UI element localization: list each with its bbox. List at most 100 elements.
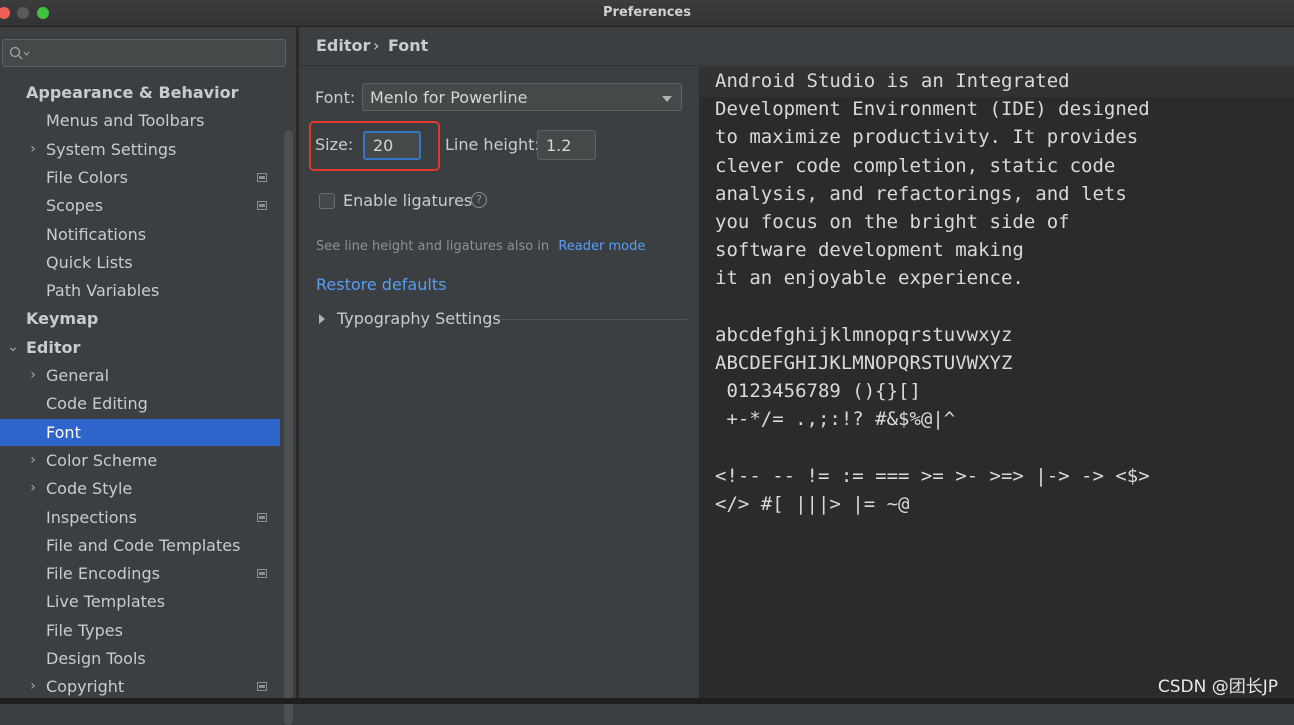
preview-line: ABCDEFGHIJKLMNOPQRSTUVWXYZ <box>715 352 1013 374</box>
preview-line: clever code completion, static code <box>715 154 1116 177</box>
project-level-icon <box>257 201 267 211</box>
preview-line: <!-- -- != := === >= >- >=> |-> -> <$> <box>715 464 1150 487</box>
sidebar-item-path-variables[interactable]: Path Variables <box>0 277 280 304</box>
sidebar-item-label: Editor <box>26 337 81 357</box>
font-settings-panel: Editor › Font Font: Menlo for Powerline … <box>299 27 1294 698</box>
sidebar-item-code-style[interactable]: › Code Style <box>0 475 280 502</box>
enable-ligatures-label[interactable]: Enable ligatures <box>343 191 472 210</box>
sidebar-item-label: Live Templates <box>46 592 166 612</box>
chevron-right-icon[interactable]: › <box>26 673 40 700</box>
project-level-icon <box>257 512 267 522</box>
sidebar-item-file-encodings[interactable]: File Encodings <box>0 560 280 587</box>
window-title: Preferences <box>603 5 691 20</box>
sidebar-item-menus-and-toolbars[interactable]: Menus and Toolbars <box>0 107 280 134</box>
sidebar-item-color-scheme[interactable]: › Color Scheme <box>0 447 280 474</box>
search-icon <box>9 46 30 60</box>
sidebar-item-system-settings[interactable]: › System Settings <box>0 136 280 163</box>
sidebar-item-live-templates[interactable]: Live Templates <box>0 588 280 615</box>
sidebar-item-file-and-code-templates[interactable]: File and Code Templates <box>0 532 280 559</box>
project-level-icon <box>257 569 267 579</box>
sidebar-item-label: Quick Lists <box>46 252 133 272</box>
watermark: CSDN @团长JP <box>1157 677 1278 697</box>
title-bar: Preferences <box>0 0 1294 27</box>
preview-line: abcdefghijklmnopqrstuvwxyz <box>715 323 1013 346</box>
sidebar-item-label: System Settings <box>46 139 177 159</box>
size-label: Size: <box>315 135 354 154</box>
sidebar-item-label: Design Tools <box>46 649 146 668</box>
line-height-input[interactable]: 1.2 <box>537 130 596 160</box>
sidebar-item-notifications[interactable]: Notifications <box>0 221 280 248</box>
sidebar-item-label: Keymap <box>26 309 99 329</box>
preview-line: it an enjoyable experience. <box>715 267 1024 290</box>
sidebar-item-font[interactable]: Font <box>0 418 280 446</box>
project-level-icon <box>257 172 267 182</box>
hint-text: See line height and ligatures also in <box>316 239 550 254</box>
sidebar-item-label: File Encodings <box>46 564 160 584</box>
size-input[interactable]: 20 <box>363 131 421 160</box>
sidebar-item-general[interactable]: › General <box>0 362 280 389</box>
breadcrumb-current: Font <box>388 36 429 55</box>
sidebar-item-label: Appearance & Behavior <box>26 83 239 102</box>
breadcrumb-separator: › <box>373 36 380 55</box>
chevron-down-icon[interactable]: ⌄ <box>6 334 20 361</box>
dropdown-arrow-icon <box>662 96 672 102</box>
sidebar-item-label: Code Editing <box>46 394 148 414</box>
size-value: 20 <box>373 136 394 155</box>
typography-settings-label: Typography Settings <box>337 309 501 328</box>
sidebar-item-code-editing[interactable]: Code Editing <box>0 390 280 417</box>
sidebar-item-scopes[interactable]: Scopes <box>0 192 280 219</box>
breadcrumb-parent[interactable]: Editor <box>316 36 370 55</box>
sidebar-item-label: Code Style <box>46 479 133 499</box>
chevron-right-icon[interactable]: › <box>26 362 40 389</box>
font-family-combo[interactable]: Menlo for Powerline <box>362 83 682 111</box>
preview-line: 0123456789 (){}[] <box>715 380 921 403</box>
breadcrumb: Editor › Font <box>299 27 1294 66</box>
sidebar-item-label: Inspections <box>46 507 137 527</box>
help-icon[interactable]: ? <box>471 192 487 208</box>
reader-mode-hint: See line height and ligatures also in Re… <box>316 239 645 254</box>
restore-defaults-link[interactable]: Restore defaults <box>316 275 446 294</box>
sidebar-item-label: Scopes <box>46 196 104 216</box>
bottom-edge <box>0 698 1294 704</box>
chevron-right-icon[interactable]: › <box>26 475 40 502</box>
sidebar-item-quick-lists[interactable]: Quick Lists <box>0 249 280 276</box>
sidebar-item-label: Notifications <box>46 224 147 244</box>
sidebar-item-copyright[interactable]: › Copyright <box>0 673 280 700</box>
sidebar-item-design-tools[interactable]: Design Tools <box>0 645 280 672</box>
font-family-value: Menlo for Powerline <box>370 88 528 107</box>
sidebar-item-label: File Types <box>46 620 123 640</box>
preview-line: Development Environment (IDE) designed <box>715 98 1150 121</box>
enable-ligatures-checkbox[interactable] <box>319 193 335 209</box>
chevron-right-icon[interactable]: › <box>26 447 40 474</box>
sidebar-item-label: Font <box>46 422 81 442</box>
preview-line: software development making <box>715 239 1024 262</box>
preview-line: you focus on the bright side of <box>715 211 1070 233</box>
line-height-value: 1.2 <box>546 136 572 155</box>
sidebar-item-file-types[interactable]: File Types <box>0 617 280 644</box>
expand-triangle-icon <box>319 314 325 324</box>
sidebar-item-label: Color Scheme <box>46 450 158 470</box>
section-separator <box>499 319 687 320</box>
sidebar-item-label: File and Code Templates <box>46 535 241 555</box>
sidebar-item-keymap[interactable]: Keymap <box>0 305 280 332</box>
preview-line: Android Studio is an Integrated <box>715 70 1070 92</box>
preview-line: analysis, and refactorings, and lets <box>715 182 1127 205</box>
sidebar-item-label: Copyright <box>46 677 125 697</box>
font-label: Font: <box>315 88 356 107</box>
sidebar-item-label: File Colors <box>46 167 128 187</box>
chevron-right-icon[interactable]: › <box>26 136 40 163</box>
preview-line: </> #[ |||> |= ~@ <box>715 493 910 515</box>
font-preview-editor[interactable]: Android Studio is an Integrated Developme… <box>699 67 1294 698</box>
settings-sidebar: Appearance & Behavior Menus and Toolbars ›… <box>0 27 296 725</box>
sidebar-item-file-colors[interactable]: File Colors <box>0 164 280 191</box>
line-height-label: Line height: <box>445 135 540 154</box>
preview-line: +-*/= .,;:!? #&$%@|^ <box>715 408 956 431</box>
reader-mode-link[interactable]: Reader mode <box>558 239 645 254</box>
sidebar-item-inspections[interactable]: Inspections <box>0 504 280 531</box>
search-input[interactable] <box>2 39 286 67</box>
sidebar-item-appearance-behavior[interactable]: Appearance & Behavior <box>0 79 280 106</box>
sidebar-scrollbar[interactable] <box>284 130 293 725</box>
project-level-icon <box>257 682 267 692</box>
sidebar-item-editor[interactable]: ⌄ Editor <box>0 334 280 361</box>
sidebar-item-label: General <box>46 366 110 385</box>
